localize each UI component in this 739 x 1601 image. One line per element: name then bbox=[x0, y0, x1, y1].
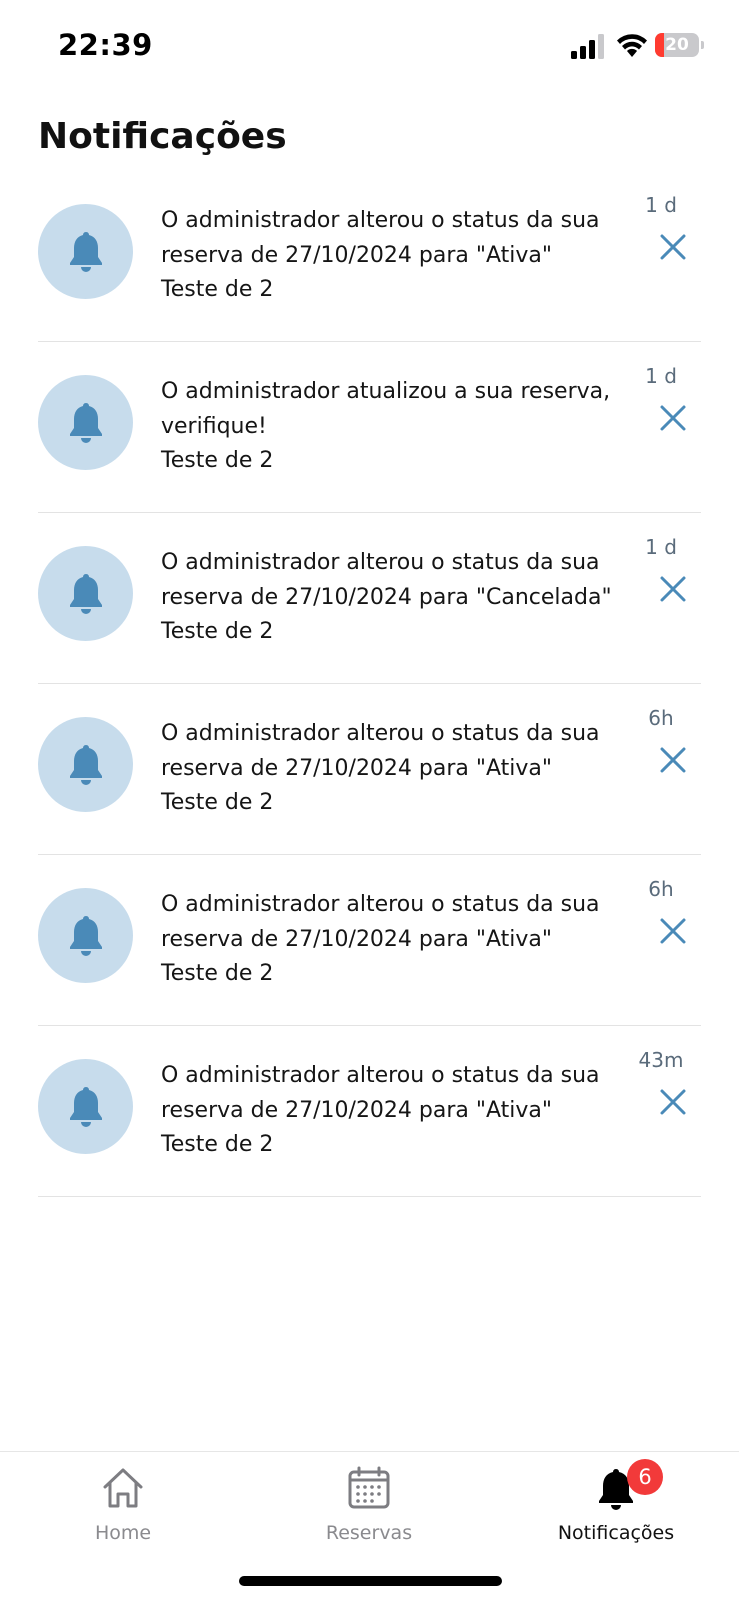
notification-subtitle: Teste de 2 bbox=[161, 961, 274, 987]
dismiss-notification-button[interactable] bbox=[659, 1088, 687, 1116]
wifi-icon bbox=[617, 34, 647, 57]
status-bar: 22:39 20 bbox=[0, 0, 739, 95]
tab-home[interactable]: Home bbox=[0, 1452, 246, 1562]
notification-avatar bbox=[38, 546, 133, 641]
dismiss-notification-button[interactable] bbox=[659, 917, 687, 945]
bell-icon bbox=[70, 232, 102, 272]
tab-label: Reservas bbox=[325, 1522, 413, 1544]
home-indicator bbox=[239, 1576, 502, 1586]
bell-icon bbox=[70, 403, 102, 443]
notification-subtitle: Teste de 2 bbox=[161, 277, 274, 303]
bell-icon bbox=[70, 745, 102, 785]
notification-message: O administrador alterou o status da sua … bbox=[161, 892, 600, 952]
notification-time: 43m bbox=[638, 1048, 684, 1072]
notification-item[interactable]: O administrador alterou o status da sua … bbox=[38, 684, 701, 855]
close-icon bbox=[660, 747, 686, 773]
notification-avatar bbox=[38, 375, 133, 470]
notification-avatar bbox=[38, 1059, 133, 1154]
dismiss-notification-button[interactable] bbox=[659, 404, 687, 432]
notification-subtitle: Teste de 2 bbox=[161, 790, 274, 816]
notification-list: O administrador alterou o status da sua … bbox=[38, 171, 701, 1197]
notification-message: O administrador alterou o status da sua … bbox=[161, 1063, 600, 1123]
notification-count-badge: 6 bbox=[627, 1459, 663, 1495]
battery-indicator: 20 bbox=[655, 33, 704, 57]
battery-level: 20 bbox=[665, 35, 689, 55]
notification-avatar bbox=[38, 888, 133, 983]
notification-time: 1 d bbox=[645, 364, 677, 388]
bell-icon bbox=[70, 1087, 102, 1127]
close-icon bbox=[660, 234, 686, 260]
notification-time: 6h bbox=[648, 706, 674, 730]
tab-reservas[interactable]: Reservas bbox=[246, 1452, 492, 1562]
notification-item[interactable]: O administrador alterou o status da sua … bbox=[38, 171, 701, 342]
notification-time: 1 d bbox=[645, 535, 677, 559]
cellular-signal-icon bbox=[571, 34, 604, 59]
tab-label: Home bbox=[94, 1522, 152, 1544]
notification-text: O administrador alterou o status da sua … bbox=[161, 1026, 631, 1196]
tab-notificacoes[interactable]: 6 Notificações bbox=[493, 1452, 739, 1562]
notification-message: O administrador atualizou a sua reserva,… bbox=[161, 379, 611, 439]
notification-subtitle: Teste de 2 bbox=[161, 448, 274, 474]
close-icon bbox=[660, 405, 686, 431]
notification-text: O administrador alterou o status da sua … bbox=[161, 513, 631, 683]
status-time: 22:39 bbox=[58, 28, 153, 62]
notification-text: O administrador alterou o status da sua … bbox=[161, 855, 631, 1025]
notification-item[interactable]: O administrador alterou o status da sua … bbox=[38, 513, 701, 684]
notification-subtitle: Teste de 2 bbox=[161, 619, 274, 645]
notification-time: 6h bbox=[648, 877, 674, 901]
notification-avatar bbox=[38, 717, 133, 812]
page-title: Notificações bbox=[38, 116, 287, 157]
notification-message: O administrador alterou o status da sua … bbox=[161, 550, 612, 610]
notification-item[interactable]: O administrador atualizou a sua reserva,… bbox=[38, 342, 701, 513]
notification-item[interactable]: O administrador alterou o status da sua … bbox=[38, 855, 701, 1026]
notification-text: O administrador alterou o status da sua … bbox=[161, 171, 631, 341]
notification-text: O administrador alterou o status da sua … bbox=[161, 684, 631, 854]
close-icon bbox=[660, 1089, 686, 1115]
close-icon bbox=[660, 576, 686, 602]
close-icon bbox=[660, 918, 686, 944]
bell-icon bbox=[70, 916, 102, 956]
notification-avatar bbox=[38, 204, 133, 299]
home-icon bbox=[103, 1468, 143, 1508]
dismiss-notification-button[interactable] bbox=[659, 233, 687, 261]
tab-label: Notificações bbox=[557, 1522, 675, 1544]
bell-icon bbox=[70, 574, 102, 614]
dismiss-notification-button[interactable] bbox=[659, 575, 687, 603]
notification-message: O administrador alterou o status da sua … bbox=[161, 721, 600, 781]
notification-message: O administrador alterou o status da sua … bbox=[161, 208, 600, 268]
notification-time: 1 d bbox=[645, 193, 677, 217]
notification-item[interactable]: O administrador alterou o status da sua … bbox=[38, 1026, 701, 1197]
calendar-icon bbox=[348, 1466, 390, 1509]
notification-text: O administrador atualizou a sua reserva,… bbox=[161, 342, 631, 512]
dismiss-notification-button[interactable] bbox=[659, 746, 687, 774]
notification-subtitle: Teste de 2 bbox=[161, 1132, 274, 1158]
